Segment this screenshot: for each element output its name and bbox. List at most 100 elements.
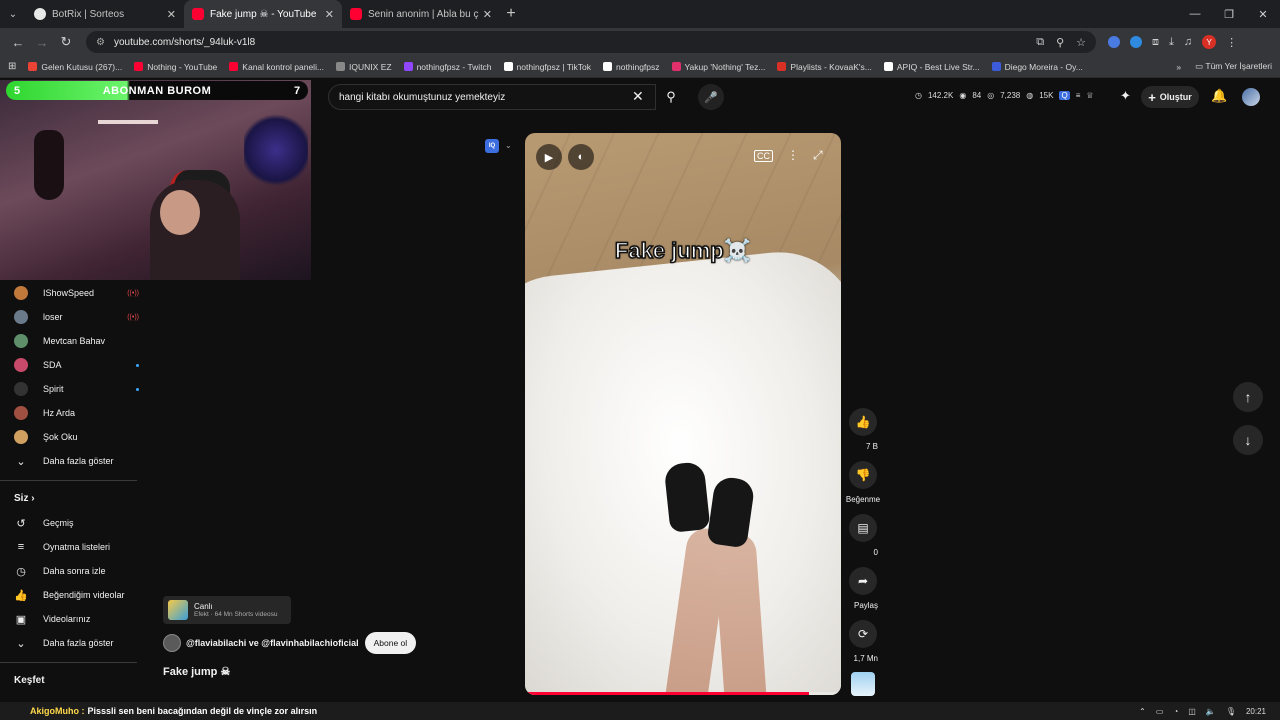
clock-time[interactable]: 20:21 xyxy=(1246,707,1266,716)
gift-icon[interactable]: ✦ xyxy=(1120,88,1131,104)
media-control-icon[interactable]: ♫ xyxy=(1184,36,1192,48)
fullscreen-icon[interactable]: ⤢ xyxy=(813,148,823,163)
sidebar-subscription[interactable]: SDA xyxy=(14,355,139,375)
comment-icon[interactable]: ▤ xyxy=(849,514,877,542)
sidebar-subscription[interactable]: Spirit xyxy=(14,379,139,399)
thumbs-down-icon[interactable]: 👎 xyxy=(849,461,877,489)
download-icon[interactable]: ⤓ xyxy=(1169,36,1174,49)
previous-short-button[interactable]: ↑ xyxy=(1233,382,1263,412)
tray-app-icon[interactable]: ◔ xyxy=(1173,707,1178,716)
video-more-icon[interactable]: ⋮ xyxy=(787,148,799,162)
speaker-icon[interactable]: 🔈 xyxy=(1206,707,1216,716)
extensions-puzzle-icon[interactable]: ⧈ xyxy=(1152,36,1159,49)
profile-avatar[interactable]: Y xyxy=(1202,35,1217,49)
zoom-icon[interactable]: ⚲ xyxy=(1056,36,1064,49)
sound-thumbnail[interactable] xyxy=(851,672,875,696)
bookmark-item[interactable]: Gelen Kutusu (267)... xyxy=(28,62,122,72)
search-button[interactable]: ⚲ xyxy=(656,84,686,110)
you-section-heading[interactable]: Siz › xyxy=(14,493,35,504)
close-tab-icon[interactable]: ✕ xyxy=(483,8,492,21)
bookmark-item[interactable]: Kanal kontrol paneli... xyxy=(229,62,324,72)
remix-action[interactable]: ⟳ 1,7 Mn xyxy=(848,620,878,666)
dislike-action[interactable]: 👎 Beğenme xyxy=(846,461,880,507)
short-video-player[interactable]: ▶ ◐ CC ⋮ ⤢ Fake jump☠️ xyxy=(525,133,841,695)
sidebar-you-item[interactable]: 👍 Beğendiğim videolar xyxy=(14,585,139,605)
all-bookmarks-folder[interactable]: ▭ Tüm Yer İşaretleri xyxy=(1195,61,1272,72)
tray-chevron-icon[interactable]: ⌃ xyxy=(1139,707,1146,716)
voice-search-button[interactable]: 🎤 xyxy=(698,84,724,110)
chevron-down-icon[interactable]: ⌄ xyxy=(505,141,512,150)
sidebar-subscription[interactable]: Hz Arda xyxy=(14,403,139,423)
search-input[interactable]: hangi kitabı okumuştunuz yemekteyiz xyxy=(328,84,656,110)
restore-icon[interactable]: ❐ xyxy=(1212,8,1246,21)
sidebar-you-item[interactable]: ◷ Daha sonra izle xyxy=(14,561,139,581)
next-short-button[interactable]: ↓ xyxy=(1233,425,1263,455)
install-app-icon[interactable]: ⧉ xyxy=(1036,36,1044,49)
comments-action[interactable]: ▤ 0 xyxy=(848,514,878,560)
channel-name[interactable]: @flaviabilachi ve @flavinhabilachioficia… xyxy=(186,638,359,648)
sidebar-you-item[interactable]: ▣ Videolarınız xyxy=(14,609,139,629)
bookmark-item[interactable]: nothingfpsz - Twitch xyxy=(403,62,492,72)
effect-chip[interactable]: Canlı Efekt · 64 Mn Shorts videosu xyxy=(163,596,291,624)
channel-avatar[interactable] xyxy=(163,634,181,652)
back-icon[interactable]: ← xyxy=(6,35,30,50)
microphone-icon[interactable]: 🎙 xyxy=(1226,707,1236,716)
play-icon[interactable]: ▶ xyxy=(536,144,562,170)
apps-grid-icon[interactable]: ⊞ xyxy=(8,61,16,72)
bookmark-item[interactable]: IQUNIX EZ xyxy=(336,62,392,72)
sidebar-subscription[interactable]: loser ((•)) xyxy=(14,307,139,327)
minimize-icon[interactable]: — xyxy=(1178,8,1212,21)
site-info-icon[interactable]: ⚙ xyxy=(96,37,108,48)
bookmark-item[interactable]: nothingfpsz xyxy=(603,62,660,72)
tab-youtube-short[interactable]: Fake jump ☠ - YouTube ✕ xyxy=(184,0,342,28)
menu-lines-icon[interactable]: ≡ xyxy=(1076,91,1081,100)
volume-icon[interactable]: ◐ xyxy=(568,144,594,170)
notifications-bell-icon[interactable]: 🔔 xyxy=(1211,88,1227,104)
extension-icon[interactable] xyxy=(1108,36,1120,48)
share-action[interactable]: ➦ Paylaş xyxy=(848,567,878,613)
trophy-icon[interactable]: ♕ xyxy=(1086,91,1093,100)
bookmark-star-icon[interactable]: ☆ xyxy=(1076,36,1086,49)
account-avatar[interactable] xyxy=(1242,88,1260,106)
sidebar-subscription[interactable]: IShowSpeed ((•)) xyxy=(14,283,139,303)
captions-icon[interactable]: CC xyxy=(754,150,773,162)
reload-icon[interactable]: ↻ xyxy=(54,34,78,50)
subscribe-button[interactable]: Abone ol xyxy=(364,632,417,654)
thumbs-up-icon[interactable]: 👍 xyxy=(849,408,877,436)
bookmark-item[interactable]: Nothing - YouTube xyxy=(134,62,217,72)
bookmark-item[interactable]: nothingfpsz | TikTok xyxy=(503,62,591,72)
show-more-button[interactable]: ⌄ Daha fazla göster xyxy=(14,451,139,471)
close-tab-icon[interactable]: ✕ xyxy=(167,8,176,21)
bookmark-item[interactable]: APIQ - Best Live Str... xyxy=(883,62,980,72)
create-button[interactable]: + Oluştur xyxy=(1141,86,1199,108)
subscription-name: IShowSpeed xyxy=(43,288,95,298)
sidebar-subscription[interactable]: Şok Oku xyxy=(14,427,139,447)
tab-search-icon[interactable]: ⌄ xyxy=(0,0,26,28)
remix-icon[interactable]: ⟳ xyxy=(849,620,877,648)
bookmark-item[interactable]: Yakup 'Nothing' Tez... xyxy=(671,62,765,72)
video-progress-bar[interactable] xyxy=(525,692,841,695)
clear-search-icon[interactable]: ✕ xyxy=(632,88,644,105)
browser-menu-icon[interactable]: ⋮ xyxy=(1226,36,1237,49)
sidebar-you-item[interactable]: ↺ Geçmiş xyxy=(14,513,139,533)
extension-badge-icon[interactable]: Q xyxy=(1059,91,1070,100)
like-action[interactable]: 👍 7 B xyxy=(848,408,878,454)
sidebar-subscription[interactable]: Mevtcan Bahav xyxy=(14,331,139,351)
close-tab-icon[interactable]: ✕ xyxy=(325,8,334,21)
extension-iq-icon[interactable]: IQ xyxy=(485,139,499,153)
tab-senin-anonim[interactable]: Senin anonim | Abla bu çok kü ✕ xyxy=(342,0,500,28)
new-tab-button[interactable]: + xyxy=(500,5,522,23)
bookmarks-overflow-icon[interactable]: » xyxy=(1176,62,1181,72)
bookmark-item[interactable]: Diego Moreira - Oy... xyxy=(991,62,1083,72)
close-window-icon[interactable]: ✕ xyxy=(1246,8,1280,21)
monitor-icon[interactable]: ▭ xyxy=(1156,707,1164,716)
show-more-button[interactable]: ⌄ Daha fazla göster xyxy=(14,633,139,653)
forward-icon[interactable]: → xyxy=(30,35,54,50)
tab-botrix[interactable]: BotRix | Sorteos ✕ xyxy=(26,0,184,28)
network-icon[interactable]: ◫ xyxy=(1188,707,1196,716)
bookmark-item[interactable]: Playlists - KovaaK's... xyxy=(777,62,872,72)
sidebar-you-item[interactable]: ≡ Oynatma listeleri xyxy=(14,537,139,557)
share-icon[interactable]: ➦ xyxy=(849,567,877,595)
extension-icon[interactable] xyxy=(1130,36,1142,48)
address-bar[interactable]: ⚙ youtube.com/shorts/_94luk-v1l8 ⧉ ⚲ ☆ xyxy=(86,31,1096,53)
